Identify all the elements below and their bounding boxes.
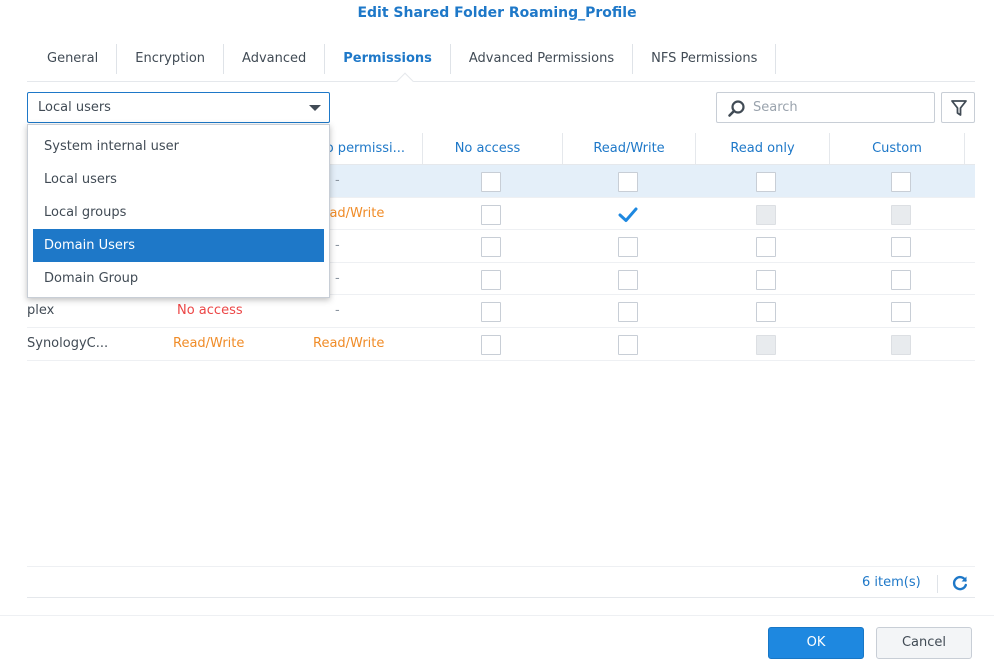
share-permission: - bbox=[335, 173, 340, 188]
column-header-custom[interactable]: Custom bbox=[829, 133, 964, 165]
tab-encryption[interactable]: Encryption bbox=[117, 44, 225, 74]
user-type-select-value: Local users bbox=[38, 100, 111, 115]
item-count: 6 item(s) bbox=[862, 575, 921, 590]
tab-divider bbox=[27, 81, 975, 82]
column-header-read-write[interactable]: Read/Write bbox=[562, 133, 695, 165]
no-access-checkbox[interactable] bbox=[481, 237, 501, 258]
tab-bar: General Encryption Advanced Permissions … bbox=[27, 44, 777, 74]
menu-item-domain-users[interactable]: Domain Users bbox=[33, 229, 324, 262]
read-write-checkbox[interactable] bbox=[618, 334, 638, 355]
tab-advanced-permissions[interactable]: Advanced Permissions bbox=[451, 44, 634, 74]
tab-advanced[interactable]: Advanced bbox=[224, 44, 326, 74]
custom-checkbox[interactable] bbox=[891, 302, 911, 323]
custom-checkbox bbox=[891, 334, 911, 355]
dialog-title: Edit Shared Folder Roaming_Profile bbox=[357, 5, 637, 21]
tab-general[interactable]: General bbox=[27, 44, 118, 74]
search-icon bbox=[728, 100, 745, 117]
read-write-checkbox[interactable] bbox=[618, 302, 638, 323]
column-header-read-only[interactable]: Read only bbox=[695, 133, 829, 165]
grid-bottom-divider bbox=[27, 597, 975, 598]
read-only-checkbox[interactable] bbox=[756, 302, 776, 323]
chevron-down-icon[interactable] bbox=[309, 105, 321, 111]
column-header-no-access[interactable]: No access bbox=[422, 133, 552, 165]
user-type-dropdown-menu: System internal user Local users Local g… bbox=[27, 124, 330, 298]
dialog-footer-divider bbox=[0, 615, 994, 616]
read-write-checkbox[interactable] bbox=[618, 172, 638, 192]
read-write-checkbox[interactable] bbox=[618, 237, 638, 258]
search-placeholder: Search bbox=[753, 100, 798, 115]
read-only-checkbox[interactable] bbox=[756, 269, 776, 290]
filter-icon bbox=[951, 100, 967, 116]
search-input[interactable]: Search bbox=[716, 92, 935, 123]
menu-item-system-internal-user[interactable]: System internal user bbox=[33, 130, 324, 163]
cancel-button[interactable]: Cancel bbox=[876, 627, 972, 659]
share-permission: - bbox=[335, 270, 340, 286]
custom-checkbox[interactable] bbox=[891, 237, 911, 258]
ok-button[interactable]: OK bbox=[768, 627, 864, 659]
read-only-checkbox[interactable] bbox=[756, 237, 776, 258]
refresh-icon[interactable] bbox=[951, 574, 969, 592]
read-only-checkbox[interactable] bbox=[756, 172, 776, 192]
menu-item-local-users[interactable]: Local users bbox=[33, 163, 324, 196]
grid-footer-divider bbox=[27, 566, 975, 567]
table-row[interactable]: plex No access - bbox=[27, 295, 975, 328]
preview-permission: No access bbox=[177, 303, 243, 319]
custom-checkbox bbox=[891, 204, 911, 225]
no-access-checkbox[interactable] bbox=[481, 172, 501, 192]
filter-button[interactable] bbox=[941, 92, 975, 123]
preview-permission: Read/Write bbox=[173, 335, 245, 351]
active-tab-pointer bbox=[396, 72, 414, 90]
table-row[interactable]: SynologyC... Read/Write Read/Write bbox=[27, 328, 975, 361]
user-name: plex bbox=[27, 303, 55, 319]
tab-nfs-permissions[interactable]: NFS Permissions bbox=[633, 44, 777, 74]
read-write-checkbox[interactable] bbox=[618, 205, 638, 225]
menu-item-domain-group[interactable]: Domain Group bbox=[33, 262, 324, 295]
read-only-checkbox bbox=[756, 204, 776, 225]
checkmark-icon bbox=[618, 207, 638, 222]
menu-item-local-groups[interactable]: Local groups bbox=[33, 196, 324, 229]
share-permission: - bbox=[335, 238, 340, 254]
share-permission: - bbox=[335, 303, 340, 319]
custom-checkbox[interactable] bbox=[891, 269, 911, 290]
custom-checkbox[interactable] bbox=[891, 172, 911, 192]
no-access-checkbox[interactable] bbox=[481, 269, 501, 290]
no-access-checkbox[interactable] bbox=[481, 302, 501, 323]
user-type-select[interactable]: Local users bbox=[27, 92, 330, 123]
user-name: SynologyC... bbox=[27, 335, 109, 351]
no-access-checkbox[interactable] bbox=[481, 204, 501, 225]
footer-separator bbox=[937, 575, 938, 593]
column-header-spacer bbox=[964, 133, 975, 165]
share-permission: Read/Write bbox=[313, 335, 385, 351]
read-write-checkbox[interactable] bbox=[618, 269, 638, 290]
tab-permissions[interactable]: Permissions bbox=[325, 44, 451, 74]
no-access-checkbox[interactable] bbox=[481, 334, 501, 355]
read-only-checkbox bbox=[756, 334, 776, 355]
